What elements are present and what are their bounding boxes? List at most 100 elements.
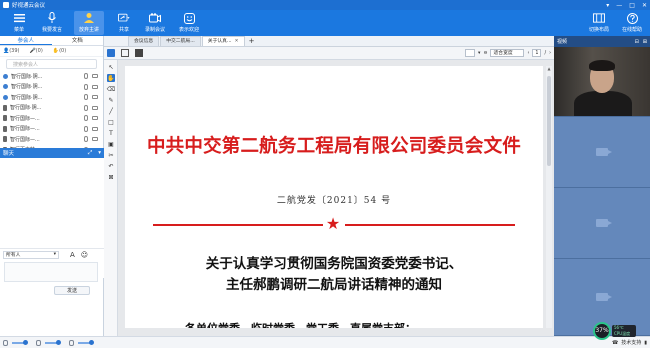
undo-icon[interactable]: ↶ — [107, 162, 115, 170]
scissors-icon[interactable]: ✂ — [107, 151, 115, 159]
emoji-picker-icon[interactable]: ☺ — [81, 251, 88, 259]
close-button[interactable]: ✕ — [642, 2, 647, 9]
window-dropdown-button[interactable]: ▾ — [606, 2, 609, 9]
scroll-up-icon[interactable]: ▲ — [546, 66, 552, 71]
switch-layout-button[interactable]: 切换布局 — [584, 11, 614, 35]
video-grid-icon[interactable]: ⊞ — [643, 39, 647, 45]
tab-documents[interactable]: 文档 — [52, 36, 104, 45]
zoom-out-icon[interactable]: ⊖ — [483, 51, 487, 56]
camera-icon[interactable] — [92, 137, 98, 142]
menu-button[interactable]: 菜单 — [4, 11, 34, 35]
close-tab-icon[interactable]: ✕ — [235, 39, 239, 44]
star-icon: ★ — [325, 214, 341, 233]
camera-slider[interactable] — [78, 339, 94, 345]
popout-icon[interactable]: ⤢ — [88, 150, 92, 157]
hand-tool-icon[interactable]: ✋ — [107, 74, 115, 82]
prev-page-icon[interactable]: ‹ — [527, 51, 529, 56]
collapse-icon[interactable]: ▾ — [98, 150, 101, 157]
tab-participants[interactable]: 参会人 — [0, 36, 52, 45]
mic-icon[interactable] — [84, 73, 88, 80]
welcome-button[interactable]: 表示欢迎 — [174, 11, 204, 35]
people-count[interactable]: 👤(39) — [3, 48, 20, 54]
camera-icon[interactable] — [92, 84, 98, 89]
document-number: 二航党发〔2021〕54 号 — [276, 196, 392, 206]
zoom-select[interactable]: 适合宽度 — [490, 49, 525, 57]
camera-icon[interactable] — [92, 74, 98, 79]
video-tile-live[interactable] — [554, 47, 650, 117]
chevron-down-icon[interactable]: ▾ — [478, 51, 480, 56]
participant-row[interactable]: 智行国际·阴... — [0, 103, 103, 114]
participant-row[interactable]: 智行国际·阴... — [0, 92, 103, 103]
line-icon[interactable]: ╱ — [107, 107, 115, 115]
pointer-icon[interactable]: ↖ — [107, 63, 115, 71]
video-mode-icon[interactable]: ⊟ — [635, 39, 639, 45]
rectangle-icon[interactable]: □ — [107, 118, 115, 126]
status-bar: ☎ 技术支持 ▮ — [0, 336, 650, 348]
tab-document-1[interactable]: 中交二航局... — [160, 36, 201, 46]
red-divider-right — [345, 224, 515, 226]
mic-icon[interactable] — [84, 94, 88, 101]
camera-icon[interactable] — [92, 116, 98, 121]
give-up-presenter-button[interactable]: 放弃主讲 — [74, 11, 104, 35]
mic-icon[interactable] — [84, 136, 88, 143]
maximize-button[interactable]: □ — [629, 2, 635, 9]
chat-recipient-select[interactable]: 所有人 ▾ — [3, 250, 59, 259]
mic-volume-icon[interactable] — [36, 339, 41, 346]
speaker-icon[interactable] — [3, 339, 8, 346]
phone-icon — [3, 104, 7, 111]
online-help-button[interactable]: 在线帮助 — [617, 11, 647, 35]
chat-header: 聊天 ⤢ ▾ — [0, 148, 104, 158]
record-meeting-button[interactable]: 录制会议 — [140, 11, 170, 35]
document-scrollbar[interactable]: ▲ — [546, 66, 552, 328]
color-picker[interactable] — [465, 49, 476, 57]
request-speak-button[interactable]: 我要发言 — [37, 11, 67, 35]
document-subject-line2: 主任郝鹏调研二航局讲话精神的通知 — [226, 277, 442, 293]
cpu-monitor[interactable]: 37% 56℃ CPU温度 — [593, 322, 637, 340]
speaker-volume-slider[interactable] — [12, 339, 28, 345]
participant-row[interactable]: 智行国际—... — [0, 113, 103, 124]
participant-row[interactable]: 智行国际·阴... — [0, 82, 103, 93]
eraser-icon[interactable]: ⌫ — [107, 85, 115, 93]
minimize-button[interactable]: — — [616, 2, 622, 9]
text-tool-icon[interactable]: T — [107, 129, 115, 137]
camera-icon[interactable] — [92, 126, 98, 131]
camera-status-icon[interactable] — [69, 339, 74, 346]
participant-search-input[interactable]: 搜索参会人 — [6, 59, 97, 69]
mic-volume-slider[interactable] — [45, 339, 61, 345]
participant-row[interactable]: 智行国际—... — [0, 134, 103, 145]
mic-icon[interactable] — [84, 83, 88, 90]
video-tile[interactable] — [554, 117, 650, 188]
next-page-icon[interactable]: › — [549, 51, 551, 56]
document-title: 中共中交第二航务工程局有限公司委员会文件 — [146, 136, 521, 157]
cpu-temperature: 56℃ CPU温度 — [612, 325, 636, 337]
clear-icon[interactable]: ⊠ — [107, 173, 115, 181]
scroll-thumb[interactable] — [547, 76, 551, 166]
mic-icon[interactable] — [84, 115, 88, 122]
pencil-icon[interactable]: ✎ — [107, 96, 115, 104]
tab-meeting-info[interactable]: 会议信息 — [128, 36, 160, 46]
page-input[interactable]: 1 — [532, 49, 542, 57]
image-icon[interactable] — [121, 49, 129, 57]
participant-row[interactable]: 智行国际—... — [0, 124, 103, 135]
image-tool-icon[interactable]: ▣ — [107, 140, 115, 148]
annotate-icon[interactable] — [107, 49, 115, 57]
font-icon[interactable]: A — [70, 251, 75, 259]
participant-row[interactable]: 智行国际·阴... — [0, 71, 103, 82]
camera-icon[interactable] — [92, 95, 98, 100]
camera-icon — [596, 219, 612, 227]
tech-support-link[interactable]: 技术支持 — [621, 339, 641, 346]
chat-input[interactable] — [4, 262, 98, 282]
video-tile[interactable] — [554, 188, 650, 259]
camera-icon[interactable] — [92, 105, 98, 110]
mic-icon[interactable] — [84, 125, 88, 132]
participant-counts: 👤(39) 🎤(0) ✋(0) — [0, 46, 103, 57]
tab-document-2[interactable]: 关于认真... ✕ — [201, 36, 245, 46]
share-button[interactable]: 共享 — [109, 11, 139, 35]
user-icon — [3, 94, 8, 100]
hand-count[interactable]: ✋(0) — [53, 48, 66, 54]
send-button[interactable]: 发送 — [54, 286, 90, 295]
mic-count[interactable]: 🎤(0) — [30, 48, 43, 54]
add-tab-button[interactable]: + — [249, 36, 255, 46]
mic-icon[interactable] — [84, 104, 88, 111]
save-icon[interactable] — [135, 49, 143, 57]
